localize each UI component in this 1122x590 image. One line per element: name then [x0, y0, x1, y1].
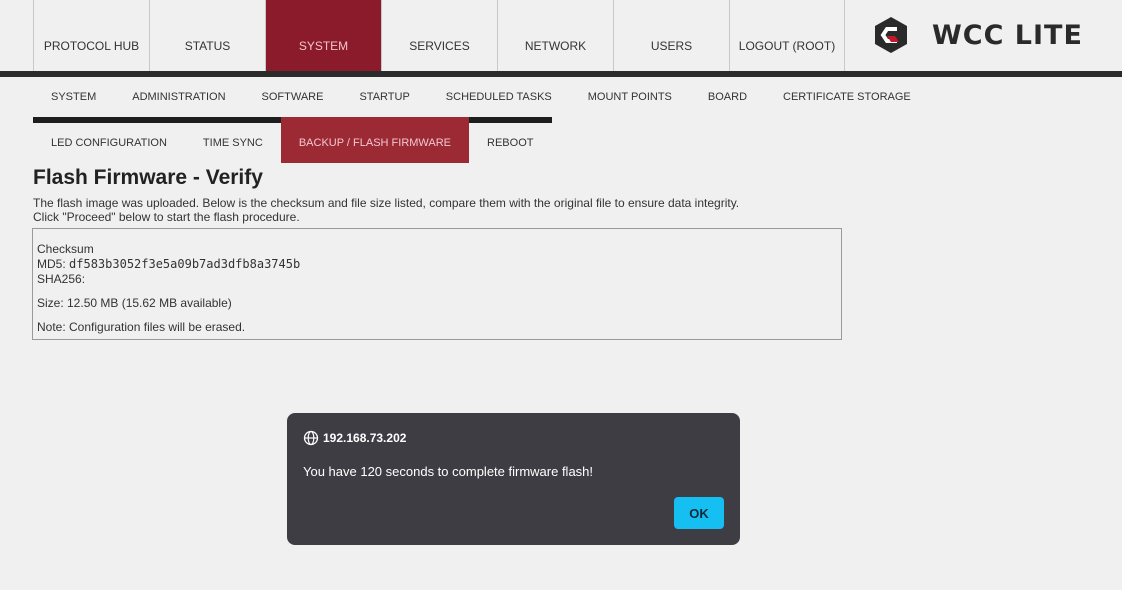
- tab-backup-flash-firmware[interactable]: BACKUP / FLASH FIRMWARE: [280, 117, 470, 163]
- md5-value: df583b3052f3e5a09b7ad3dfb8a3745b: [69, 257, 301, 271]
- dialog-host: 192.168.73.202: [323, 431, 407, 445]
- menu-users[interactable]: USERS: [613, 0, 729, 71]
- md5-row: MD5: df583b3052f3e5a09b7ad3dfb8a3745b: [37, 257, 837, 272]
- md5-label: MD5:: [37, 257, 66, 271]
- subnav-row-1: SYSTEM ADMINISTRATION SOFTWARE STARTUP S…: [33, 77, 929, 117]
- subnav-row-2: LED CONFIGURATION TIME SYNC BACKUP / FLA…: [33, 117, 551, 163]
- top-navigation: PROTOCOL HUB STATUS SYSTEM SERVICES NETW…: [0, 0, 1122, 71]
- tab-certificate-storage[interactable]: CERTIFICATE STORAGE: [765, 77, 929, 117]
- menu-system[interactable]: SYSTEM: [265, 0, 381, 71]
- menu-status[interactable]: STATUS: [149, 0, 265, 71]
- tab-led-configuration[interactable]: LED CONFIGURATION: [33, 123, 185, 163]
- dialog-title: 192.168.73.202: [303, 430, 406, 446]
- menu-network[interactable]: NETWORK: [497, 0, 613, 71]
- menu-protocol-hub[interactable]: PROTOCOL HUB: [33, 0, 149, 71]
- tab-mount-points[interactable]: MOUNT POINTS: [570, 77, 690, 117]
- menu-logout[interactable]: LOGOUT (ROOT): [729, 0, 845, 71]
- size-text: Size: 12.50 MB (15.62 MB available): [37, 296, 232, 310]
- tab-reboot[interactable]: REBOOT: [469, 123, 551, 163]
- description-line-2: Click "Proceed" below to start the flash…: [33, 210, 300, 224]
- main-menu: PROTOCOL HUB STATUS SYSTEM SERVICES NETW…: [33, 0, 845, 71]
- tab-scheduled-tasks[interactable]: SCHEDULED TASKS: [428, 77, 570, 117]
- page-description: The flash image was uploaded. Below is t…: [33, 196, 739, 224]
- tab-software[interactable]: SOFTWARE: [244, 77, 342, 117]
- menu-services[interactable]: SERVICES: [381, 0, 497, 71]
- tab-startup[interactable]: STARTUP: [341, 77, 427, 117]
- checksum-label: Checksum: [37, 242, 94, 256]
- tab-board[interactable]: BOARD: [690, 77, 765, 117]
- brand-logo: WCC LITE: [873, 16, 1083, 54]
- globe-icon: [303, 430, 319, 446]
- tab-administration[interactable]: ADMINISTRATION: [114, 77, 243, 117]
- alert-dialog: 192.168.73.202 You have 120 seconds to c…: [287, 413, 740, 545]
- dialog-message: You have 120 seconds to complete firmwar…: [303, 464, 594, 479]
- sha256-label: SHA256:: [37, 272, 86, 286]
- tab-system[interactable]: SYSTEM: [33, 77, 114, 117]
- page-title: Flash Firmware - Verify: [33, 166, 263, 189]
- ok-button[interactable]: OK: [674, 497, 724, 529]
- logo-text: WCC LITE: [932, 19, 1083, 51]
- description-line-1: The flash image was uploaded. Below is t…: [33, 196, 740, 210]
- firmware-info-box: Checksum MD5: df583b3052f3e5a09b7ad3dfb8…: [32, 228, 842, 340]
- logo-mark-icon: [875, 17, 907, 53]
- note-text: Note: Configuration files will be erased…: [37, 320, 246, 334]
- tab-time-sync[interactable]: TIME SYNC: [185, 123, 281, 163]
